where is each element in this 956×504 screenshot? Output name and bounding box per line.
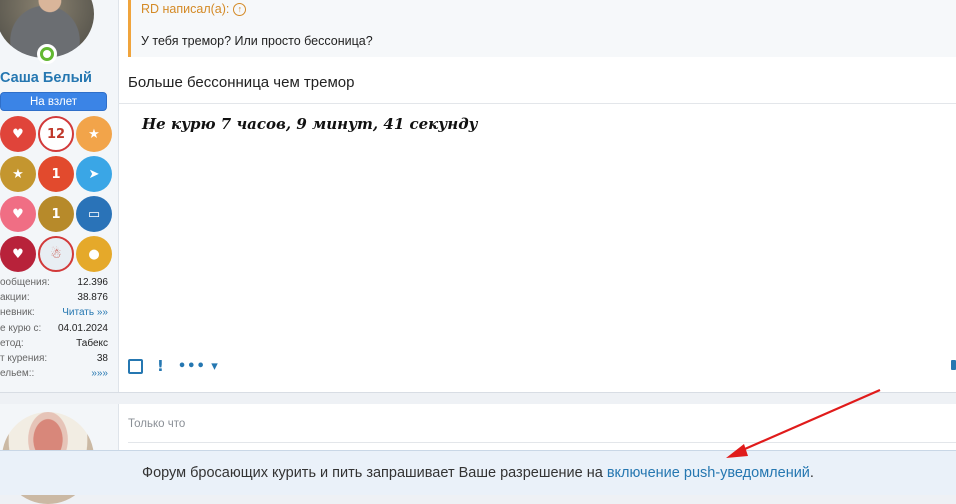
- arrow-head: [726, 444, 748, 458]
- arrow-shaft: [737, 388, 881, 454]
- annotation-arrow-icon: [726, 388, 881, 458]
